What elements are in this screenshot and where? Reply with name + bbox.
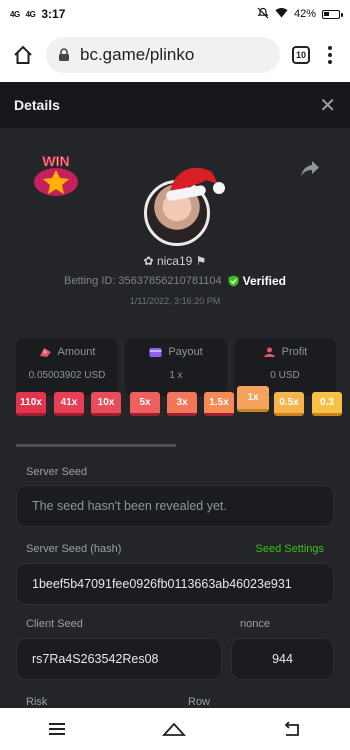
home-nav-icon[interactable] (162, 721, 186, 737)
status-bar: 4G 4G 3:17 42% (0, 0, 350, 28)
verified-badge: Verified (228, 274, 286, 288)
username: ✿ nica19 ⚑ (0, 254, 350, 268)
betting-id-row: Betting ID: 356378562107811​04 Verified (0, 274, 350, 288)
back-icon[interactable] (282, 721, 302, 737)
client-seed-field[interactable]: rs7Ra4S263542Res08 (16, 638, 222, 680)
network-indicator-2: 4G (25, 9, 36, 19)
close-icon[interactable]: ✕ (319, 93, 336, 118)
status-right: 42% (257, 7, 343, 22)
multiplier-strip: 110x 41x 10x 5x 3x 1.5x 1x 0.5x 0.3 (16, 386, 350, 426)
lock-icon (59, 48, 69, 61)
bet-datetime: 1/11/2022, 3:16:20 PM (129, 296, 221, 306)
profit-icon (263, 347, 275, 357)
tabs-button[interactable]: 10 (292, 46, 310, 64)
multiplier-chip: 3x (167, 392, 197, 416)
santa-hat-icon (166, 167, 225, 201)
flag-icon: ⚑ (195, 254, 207, 268)
multiplier-chip: 0.3 (312, 392, 342, 416)
payout-icon (149, 347, 162, 357)
amount-icon (39, 347, 51, 357)
svg-text:WIN: WIN (42, 153, 69, 169)
battery-fill (324, 11, 330, 16)
multiplier-chip: 10x (91, 392, 121, 416)
recent-apps-icon[interactable] (48, 722, 66, 736)
avatar-container (144, 167, 225, 246)
multiplier-chip: 41x (54, 392, 84, 416)
shield-check-icon (228, 275, 239, 287)
multiplier-chip: 0.5x (274, 392, 304, 416)
network-indicator-1: 4G (10, 9, 20, 19)
multiplier-chip: 5x (130, 392, 160, 416)
seed-settings-link[interactable]: Seed Settings (256, 543, 325, 555)
server-seed-label: Server Seed (26, 466, 88, 478)
stat-payout-value: 1 x (169, 370, 183, 381)
username-text: nica19 (156, 254, 193, 268)
multiplier-chip: 110x (16, 392, 46, 416)
flower-icon: ✿ (143, 254, 154, 268)
stat-payout-label: Payout (168, 346, 203, 358)
battery-icon (322, 9, 343, 19)
details-header: Details ✕ (0, 82, 350, 128)
battery-percent: 42% (293, 8, 316, 20)
browser-menu-button[interactable] (322, 46, 338, 64)
wifi-icon (275, 7, 288, 21)
url-text: bc.game/plinko (80, 45, 195, 64)
nonce-field[interactable]: 944 (231, 638, 334, 680)
server-seed-field[interactable]: The seed hasn't been revealed yet. (16, 485, 334, 527)
server-seed-hash-label: Server Seed (hash) (26, 543, 122, 555)
stat-amount-value: 0.05003902 USD (28, 370, 106, 381)
win-badge: WIN (34, 153, 78, 196)
betting-id: Betting ID: 356378562107811​04 (64, 275, 222, 287)
multiplier-chip: 1x (237, 386, 269, 412)
details-panel: WIN ✿ nica19 ⚑ Betting ID: 3563785621078… (0, 128, 350, 708)
mute-icon (257, 7, 269, 22)
multiplier-scrollbar[interactable] (16, 444, 176, 447)
share-icon[interactable] (300, 160, 320, 178)
stat-profit-value: 0 USD (270, 370, 300, 381)
multiplier-chip: 1.5x (204, 392, 234, 416)
home-icon (14, 45, 32, 64)
android-nav-bar (0, 708, 350, 750)
verified-text: Verified (242, 274, 286, 288)
stat-amount-label: Amount (57, 346, 96, 358)
url-bar[interactable]: bc.game/plinko (46, 37, 280, 73)
risk-label: Risk (26, 696, 48, 708)
server-seed-hash-field[interactable]: 1beef5b47091fee0926fb0113663ab46023e931 (16, 563, 334, 605)
status-left: 4G 4G 3:17 (10, 7, 65, 21)
stat-profit-label: Profit (281, 346, 308, 358)
home-button[interactable] (12, 44, 34, 66)
nonce-label: nonce (240, 618, 270, 630)
row-label: Row (188, 696, 211, 708)
browser-toolbar: bc.game/plinko 10 (0, 28, 350, 82)
status-time: 3:17 (41, 7, 66, 21)
client-seed-label: Client Seed (26, 618, 83, 630)
details-title: Details (14, 97, 60, 113)
